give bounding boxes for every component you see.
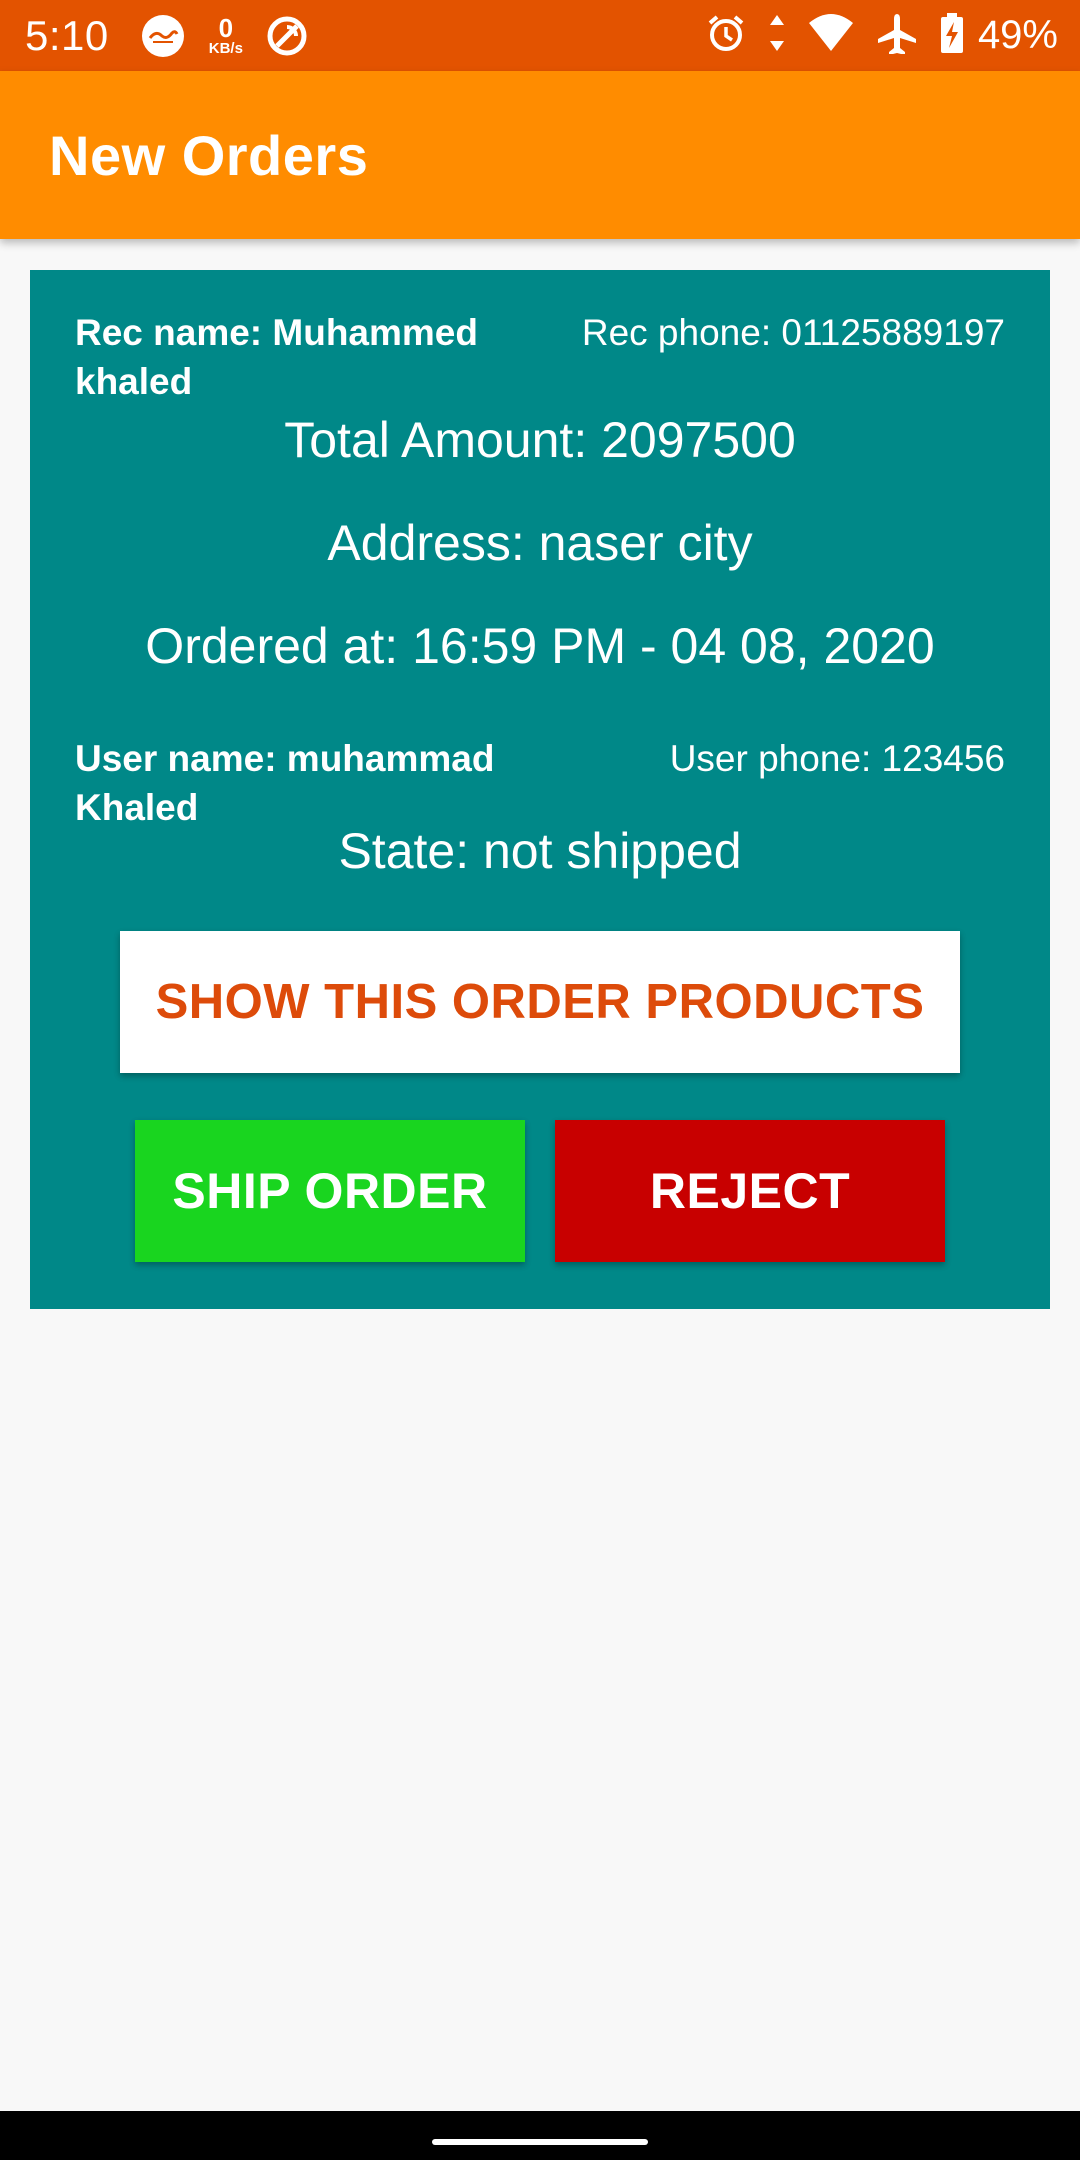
status-bar: 5:10 0 KB/s 49% <box>0 0 1080 71</box>
battery-charging-icon <box>940 12 964 59</box>
app-bar: New Orders <box>0 71 1080 239</box>
page-title: New Orders <box>49 123 369 187</box>
quran-app-icon <box>141 14 185 58</box>
navigation-bar <box>0 2111 1080 2160</box>
data-saver-icon <box>265 14 309 58</box>
alarm-icon <box>706 13 746 58</box>
net-speed-value: 0 <box>218 13 234 43</box>
wifi-icon <box>808 13 854 58</box>
ship-order-button[interactable]: SHIP ORDER <box>135 1120 525 1262</box>
order-card: Rec name: Muhammed khaled Rec phone: 011… <box>30 270 1050 1309</box>
status-right: 49% <box>706 12 1058 59</box>
total-amount: Total Amount: 2097500 <box>284 412 796 468</box>
airplane-icon <box>876 12 918 59</box>
ordered-at: Ordered at: 16:59 PM - 04 08, 2020 <box>145 618 935 674</box>
data-arrows-icon <box>768 13 786 58</box>
reject-button[interactable]: REJECT <box>555 1120 945 1262</box>
net-speed-unit: KB/s <box>208 40 243 57</box>
user-phone: User phone: 123456 <box>669 738 1005 779</box>
status-time: 5:10 <box>25 11 109 59</box>
order-state: State: not shipped <box>338 823 742 879</box>
address: Address: naser city <box>327 515 753 571</box>
user-name: User name: muhammad Khaled <box>75 738 495 828</box>
show-order-products-button[interactable]: SHOW THIS ORDER PRODUCTS <box>120 931 960 1073</box>
rec-name: Rec name: Muhammed khaled <box>75 312 478 402</box>
battery-percent: 49% <box>977 13 1058 57</box>
status-left: 5:10 0 KB/s <box>25 12 333 60</box>
rec-phone: Rec phone: 01125889197 <box>581 312 1005 353</box>
home-gesture-handle[interactable] <box>432 2139 648 2145</box>
speed-icon: 0 KB/s <box>209 15 243 56</box>
